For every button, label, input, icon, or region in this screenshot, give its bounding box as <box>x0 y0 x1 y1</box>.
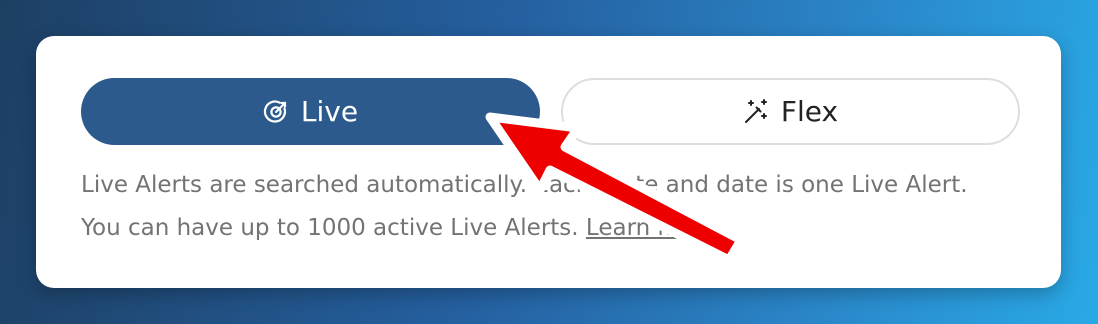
target-icon <box>263 99 289 125</box>
learn-more-link[interactable]: Learn more. <box>586 215 724 241</box>
live-toggle-label: Live <box>300 95 359 128</box>
flex-toggle-button[interactable]: Flex <box>561 78 1020 145</box>
live-toggle-button[interactable]: Live <box>81 78 540 145</box>
live-alerts-description: Live Alerts are searched automatically. … <box>81 164 1011 250</box>
flex-toggle-label: Flex <box>780 95 839 128</box>
description-text: Live Alerts are searched automatically. … <box>81 172 968 241</box>
magic-wand-icon <box>743 98 769 125</box>
alert-type-card: Live Flex Live Alerts are searched autom… <box>36 36 1061 288</box>
